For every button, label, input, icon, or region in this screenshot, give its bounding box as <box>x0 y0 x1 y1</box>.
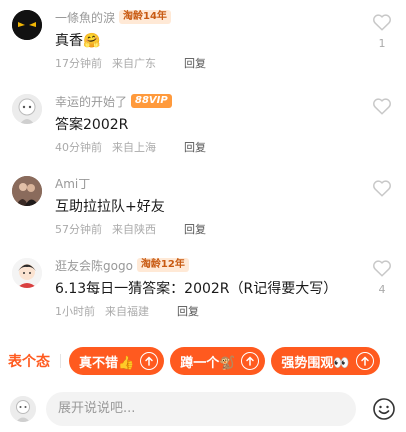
arrow-up-circle-icon <box>355 352 374 370</box>
comment-item: 一條魚的淚 淘龄14年 真香🤗 17分钟前 来自广东 回复 1 <box>0 8 406 74</box>
heart-outline-icon <box>373 14 391 31</box>
username[interactable]: Ami丁 <box>55 175 90 192</box>
comment-location: 来自上海 <box>112 141 156 154</box>
reaction-chip-label: 真不错👍 <box>79 355 135 371</box>
divider <box>60 354 61 368</box>
reaction-chip-watch[interactable]: 强势围观👀 <box>271 347 380 375</box>
username[interactable]: 一條魚的淚 <box>55 9 115 26</box>
like-button[interactable]: 1 <box>370 13 394 50</box>
username[interactable]: 逛友会陈gogo <box>55 257 133 274</box>
account-age-badge: 淘龄12年 <box>136 258 189 272</box>
comment-location: 来自福建 <box>105 305 149 318</box>
reaction-title: 表个态 <box>8 354 50 370</box>
avatar[interactable] <box>12 176 42 206</box>
reaction-bar: 表个态 真不错👍 蹲一个🐒 强势围观👀 <box>0 342 406 380</box>
comment-item: Ami丁 互助拉拉队+好友 57分钟前 来自陕西 回复 <box>0 174 406 240</box>
comment-location: 来自广东 <box>112 57 156 70</box>
heart-outline-icon <box>373 180 391 197</box>
comment-time: 1小时前 <box>55 305 95 318</box>
comment-input[interactable]: 展开说说吧... <box>46 392 356 426</box>
comment-item: 逛友会陈gogo 淘龄12年 6.13每日一猜答案：2002R（R记得要大写） … <box>0 256 406 322</box>
comment-list: 一條魚的淚 淘龄14年 真香🤗 17分钟前 来自广东 回复 1 幸运的开始了 8… <box>0 0 406 342</box>
heart-outline-icon <box>373 98 391 115</box>
comment-location: 来自陕西 <box>112 223 156 236</box>
avatar[interactable] <box>12 10 42 40</box>
reaction-chip-wait[interactable]: 蹲一个🐒 <box>170 347 266 375</box>
comment-text: 互助拉拉队+好友 <box>55 199 165 215</box>
comment-text: 真香🤗 <box>55 33 101 49</box>
comment-input-bar: 展开说说吧... <box>0 388 406 432</box>
comment-content: 一條魚的淚 淘龄14年 真香🤗 17分钟前 来自广东 回复 <box>55 8 366 71</box>
comment-time: 17分钟前 <box>55 57 102 70</box>
avatar <box>10 396 36 422</box>
avatar[interactable] <box>12 94 42 124</box>
smile-icon <box>373 398 395 420</box>
comment-content: 逛友会陈gogo 淘龄12年 6.13每日一猜答案：2002R（R记得要大写） … <box>55 256 366 319</box>
comment-item: 幸运的开始了 88VIP 答案2002R 40分钟前 来自上海 回复 <box>0 92 406 158</box>
like-count: 1 <box>378 37 386 50</box>
username[interactable]: 幸运的开始了 <box>55 93 127 110</box>
vip-badge: 88VIP <box>131 94 172 108</box>
like-button[interactable] <box>370 97 394 115</box>
arrow-up-circle-icon <box>241 352 260 370</box>
reply-button[interactable]: 回复 <box>184 139 206 155</box>
comment-text: 6.13每日一猜答案：2002R（R记得要大写） <box>55 281 338 297</box>
reaction-chip-great[interactable]: 真不错👍 <box>69 347 165 375</box>
emoji-button[interactable] <box>372 397 396 421</box>
heart-outline-icon <box>373 260 391 277</box>
reaction-chip-label: 强势围观👀 <box>281 355 350 371</box>
reply-button[interactable]: 回复 <box>184 55 206 71</box>
comment-content: Ami丁 互助拉拉队+好友 57分钟前 来自陕西 回复 <box>55 174 366 237</box>
account-age-badge: 淘龄14年 <box>119 10 171 24</box>
like-button[interactable]: 4 <box>370 259 394 296</box>
avatar[interactable] <box>12 258 42 288</box>
reply-button[interactable]: 回复 <box>184 221 206 237</box>
reaction-chip-label: 蹲一个🐒 <box>180 355 236 371</box>
arrow-up-circle-icon <box>140 352 159 370</box>
comment-text: 答案2002R <box>55 117 129 133</box>
comment-time: 57分钟前 <box>55 223 102 236</box>
comment-content: 幸运的开始了 88VIP 答案2002R 40分钟前 来自上海 回复 <box>55 92 366 155</box>
like-button[interactable] <box>370 179 394 197</box>
like-count: 4 <box>378 283 386 296</box>
comment-time: 40分钟前 <box>55 141 102 154</box>
reply-button[interactable]: 回复 <box>177 303 199 319</box>
